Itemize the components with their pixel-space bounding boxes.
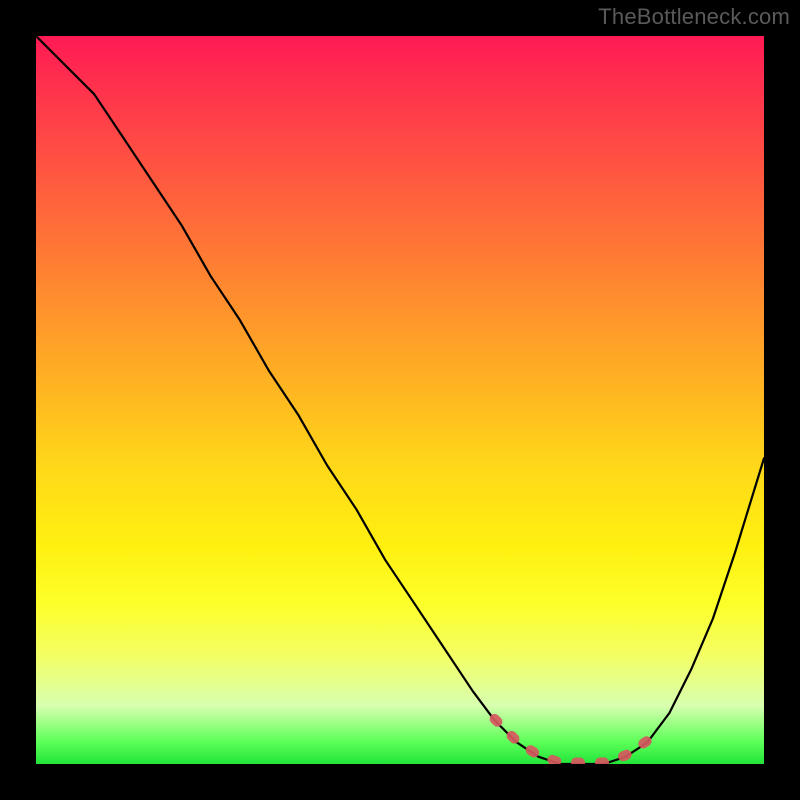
watermark-text: TheBottleneck.com bbox=[598, 4, 790, 30]
optimal-range-highlight bbox=[495, 719, 648, 763]
bottleneck-curve bbox=[36, 36, 764, 764]
chart-frame: TheBottleneck.com bbox=[0, 0, 800, 800]
plot-area bbox=[36, 36, 764, 764]
curve-svg bbox=[36, 36, 764, 764]
